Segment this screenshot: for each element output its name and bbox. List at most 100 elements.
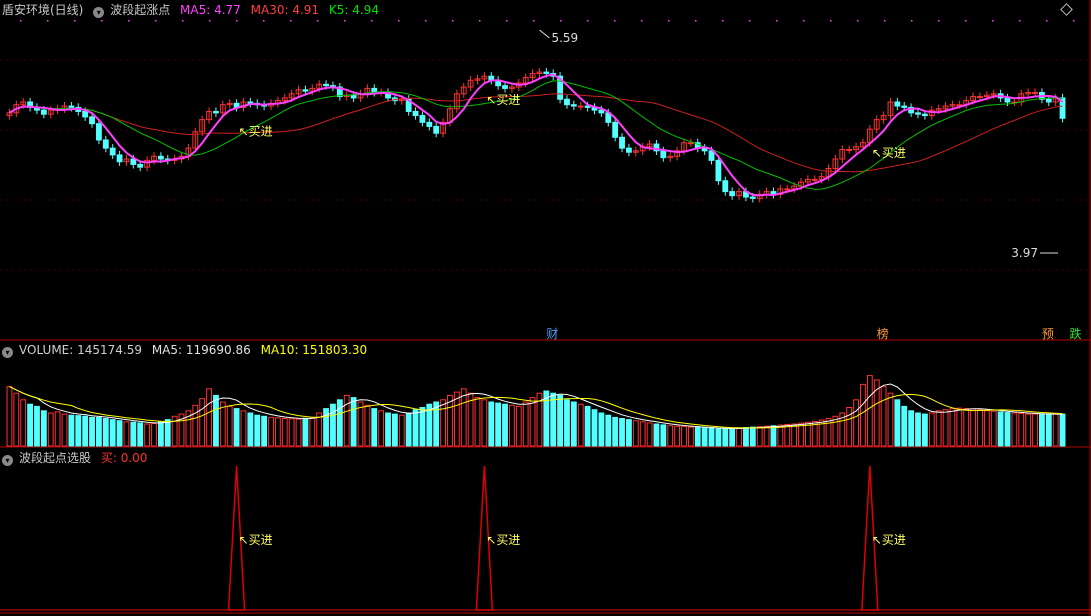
volume-bar <box>1032 413 1038 447</box>
volume-bar <box>846 407 853 447</box>
chart-grid <box>0 59 1091 271</box>
volume-bar <box>240 410 247 447</box>
volume-bar <box>626 419 632 447</box>
volume-bar <box>687 426 694 447</box>
volume-bar <box>474 397 481 447</box>
volume-bar <box>391 413 398 447</box>
moving-average-lines <box>8 73 1064 197</box>
volume-bar <box>385 412 391 447</box>
volume-bar <box>591 409 598 447</box>
volume-bar <box>653 423 660 447</box>
volume-bar <box>116 420 123 447</box>
volume-bar <box>667 425 674 447</box>
candle-body <box>846 149 853 152</box>
candle-body <box>570 104 577 107</box>
top-dot <box>533 20 535 22</box>
candle-body <box>543 71 550 74</box>
volume-bar <box>302 417 309 447</box>
volume-bar <box>515 405 522 447</box>
volume-bar <box>509 404 515 447</box>
volume-bar <box>82 415 89 447</box>
volume-bar <box>908 410 915 447</box>
top-dot <box>1019 20 1021 22</box>
volume-bar <box>34 405 40 447</box>
top-dot <box>992 20 994 22</box>
volume-bar <box>1039 413 1045 447</box>
volume-bar <box>915 412 921 447</box>
volume-bar <box>96 416 102 447</box>
candle-body <box>921 113 928 117</box>
volume-bar <box>660 424 667 447</box>
volume-bar <box>309 416 316 447</box>
candle-body <box>784 188 791 191</box>
candle-body <box>749 196 756 199</box>
volume-bar <box>330 403 336 447</box>
volume-bar <box>1004 412 1011 447</box>
volume-bar <box>481 399 488 447</box>
high-label: 5.59 <box>551 31 578 45</box>
candle-body <box>157 155 164 160</box>
volume-bar <box>949 408 956 447</box>
top-dot <box>209 20 211 22</box>
volume-bar <box>749 426 756 447</box>
top-dot <box>695 20 697 22</box>
volume-bar <box>336 399 343 447</box>
volume-bar <box>440 399 446 447</box>
top-dot <box>479 20 481 22</box>
volume-bar <box>213 394 219 447</box>
volume-bar <box>722 428 729 447</box>
volume-bar <box>488 401 495 447</box>
volume-bar <box>990 410 997 447</box>
volume-bar <box>89 416 95 447</box>
top-dot <box>371 20 373 22</box>
signal-buy-label: ↖买进 <box>872 533 906 547</box>
volume-bar <box>632 420 639 447</box>
volume-bar <box>853 399 859 447</box>
volume-bar <box>770 425 777 447</box>
volume-bar <box>570 401 577 447</box>
high-pointer <box>539 29 550 39</box>
top-dot <box>803 20 805 22</box>
candle-body <box>1045 98 1052 103</box>
top-dot <box>749 20 751 22</box>
volume-bar <box>942 409 949 447</box>
volume-bar <box>109 419 116 447</box>
volume-bar <box>1018 412 1025 447</box>
top-dot <box>20 20 22 22</box>
top-dot <box>47 20 49 22</box>
volume-bar <box>1052 413 1059 447</box>
candle-body <box>68 105 75 108</box>
candle-body <box>626 147 632 153</box>
volume-bar <box>61 413 68 447</box>
volume-bar <box>564 399 570 447</box>
top-dot <box>668 20 670 22</box>
volume-bar <box>54 411 61 447</box>
volume-bar <box>123 421 130 447</box>
stock-chart[interactable]: 5.593.97↖买进↖买进↖买进↖买进↖买进↖买进财榜预跌 <box>0 0 1091 616</box>
top-dot <box>830 20 832 22</box>
volume-bar <box>887 392 894 447</box>
candle-body <box>1004 97 1011 103</box>
main-buy-label: ↖买进 <box>239 124 273 138</box>
volume-bar <box>1011 412 1018 447</box>
volume-bar <box>557 394 564 447</box>
volume-bar <box>1059 413 1066 447</box>
volume-bar <box>371 408 378 447</box>
candle-body <box>426 121 433 127</box>
volume-bar <box>261 415 268 447</box>
ma5-line <box>8 73 1064 197</box>
volume-bars <box>6 375 1066 447</box>
volume-bar <box>756 426 763 447</box>
volume-bar <box>743 427 749 447</box>
event-marker: 榜 <box>877 326 889 341</box>
candle-body <box>116 154 123 163</box>
volume-bar <box>577 403 584 447</box>
top-dot <box>938 20 940 22</box>
volume-bar <box>219 401 226 447</box>
volume-bar <box>681 426 687 447</box>
candle-body <box>419 115 426 123</box>
top-dot <box>128 20 130 22</box>
volume-bar <box>6 386 13 447</box>
candle-body <box>412 110 419 117</box>
volume-bar <box>233 408 240 447</box>
